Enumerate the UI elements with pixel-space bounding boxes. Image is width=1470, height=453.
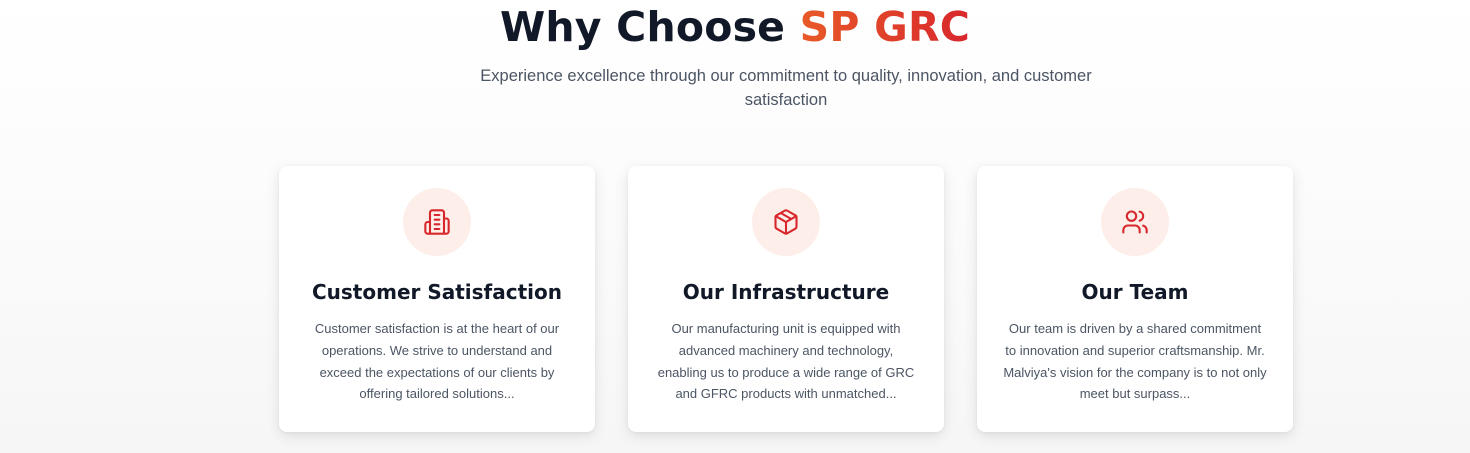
package-icon bbox=[752, 188, 820, 256]
title-accent: SP GRC bbox=[799, 3, 971, 51]
title-main: Why Choose bbox=[499, 3, 800, 51]
feature-card-customer-satisfaction: Customer Satisfaction Customer satisfact… bbox=[279, 166, 595, 432]
card-title: Customer Satisfaction bbox=[311, 280, 563, 304]
section-subtitle: Experience excellence through our commit… bbox=[480, 67, 1092, 109]
users-icon bbox=[1101, 188, 1169, 256]
feature-card-infrastructure: Our Infrastructure Our manufacturing uni… bbox=[628, 166, 944, 432]
building-icon bbox=[403, 188, 471, 256]
feature-card-team: Our Team Our team is driven by a shared … bbox=[977, 166, 1293, 432]
card-description: Our team is driven by a shared commitmen… bbox=[1003, 321, 1267, 402]
card-description: Customer satisfaction is at the heart of… bbox=[314, 321, 560, 402]
card-title: Our Infrastructure bbox=[682, 280, 890, 304]
card-title: Our Team bbox=[1081, 280, 1189, 304]
section-title: Why Choose SP GRC bbox=[0, 4, 1470, 50]
why-choose-section: Why Choose SP GRC Experience excellence … bbox=[0, 0, 1470, 453]
card-description: Our manufacturing unit is equipped with … bbox=[657, 321, 915, 402]
